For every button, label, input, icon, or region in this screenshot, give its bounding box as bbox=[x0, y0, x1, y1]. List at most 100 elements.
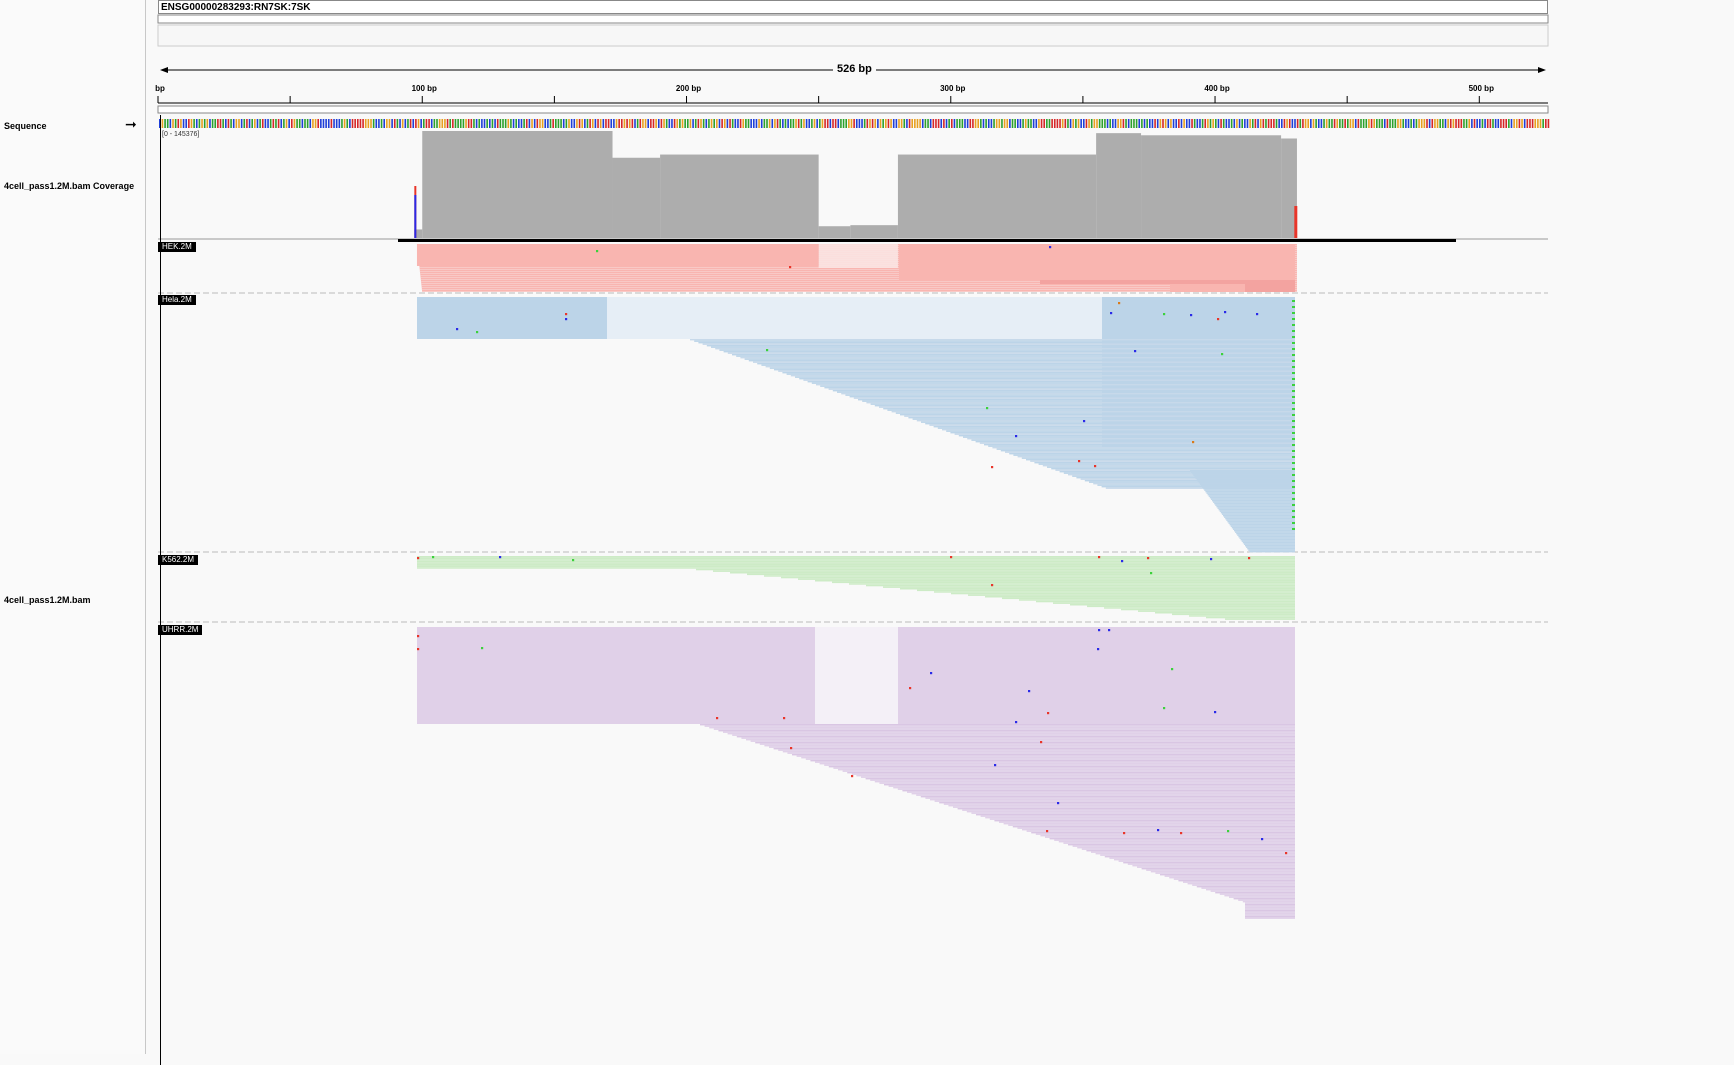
read bbox=[1237, 534, 1295, 536]
mismatch-base bbox=[1057, 802, 1060, 805]
sequence-base bbox=[1344, 119, 1346, 128]
sequence-base bbox=[1059, 119, 1061, 128]
read bbox=[1141, 868, 1295, 870]
sequence-base bbox=[602, 119, 605, 128]
read bbox=[704, 725, 1295, 727]
read bbox=[750, 740, 1295, 742]
sequence-base bbox=[1228, 119, 1230, 128]
sequence-base bbox=[919, 119, 921, 128]
read bbox=[1201, 887, 1295, 889]
sequence-base bbox=[863, 119, 866, 128]
read bbox=[759, 743, 1295, 745]
sequence-base bbox=[618, 119, 620, 128]
coverage-bar bbox=[1096, 133, 1142, 238]
sequence-base bbox=[745, 119, 747, 128]
read bbox=[417, 556, 1295, 558]
mismatch-base bbox=[1292, 324, 1295, 326]
sample-label-uhrr: UHRR.2M bbox=[158, 625, 203, 635]
mismatch-base bbox=[789, 266, 792, 269]
sequence-base bbox=[238, 119, 240, 128]
read bbox=[1109, 857, 1295, 859]
sequence-base bbox=[1133, 119, 1135, 128]
sequence-base bbox=[1220, 119, 1222, 128]
sequence-base bbox=[1304, 119, 1307, 128]
mismatch-base bbox=[1227, 830, 1230, 833]
read bbox=[1221, 513, 1295, 515]
sequence-base bbox=[169, 119, 172, 128]
sequence-base bbox=[1217, 119, 1220, 128]
sequence-base bbox=[1032, 119, 1035, 128]
read bbox=[833, 767, 1295, 769]
sequence-base bbox=[399, 119, 401, 128]
sequence-base bbox=[1420, 119, 1423, 128]
mismatch-base bbox=[1040, 741, 1043, 744]
sequence-base bbox=[1341, 119, 1344, 128]
mismatch-base bbox=[783, 717, 786, 720]
genome-view-canvas[interactable] bbox=[0, 0, 1734, 1054]
read bbox=[1150, 871, 1295, 873]
read bbox=[1137, 866, 1295, 868]
sequence-base bbox=[1294, 119, 1296, 128]
sequence-base bbox=[1046, 119, 1048, 128]
sequence-base bbox=[1299, 119, 1302, 128]
sequence-base bbox=[1489, 119, 1492, 128]
read bbox=[957, 808, 1295, 810]
sequence-base bbox=[921, 119, 924, 128]
sequence-base bbox=[1471, 119, 1473, 128]
read bbox=[1038, 463, 1295, 465]
sequence-base bbox=[853, 119, 855, 128]
sequence-base bbox=[1117, 119, 1119, 128]
read bbox=[1235, 531, 1295, 533]
sequence-base bbox=[1112, 119, 1114, 128]
sequence-base bbox=[858, 119, 861, 128]
sequence-base bbox=[766, 119, 768, 128]
sequence-base bbox=[1185, 119, 1188, 128]
sequence-base bbox=[341, 119, 343, 128]
read bbox=[819, 763, 1295, 765]
sequence-base bbox=[243, 119, 246, 128]
mismatch-base bbox=[1292, 468, 1295, 470]
read bbox=[1003, 823, 1295, 825]
sequence-base bbox=[626, 119, 628, 128]
read bbox=[1045, 836, 1295, 838]
sequence-base bbox=[1083, 119, 1085, 128]
mismatch-base bbox=[1292, 480, 1295, 482]
sequence-base bbox=[277, 119, 280, 128]
read bbox=[782, 372, 1295, 374]
sequence-base bbox=[869, 119, 871, 128]
sequence-base bbox=[615, 119, 618, 128]
read bbox=[757, 363, 1295, 365]
mismatch-base bbox=[1292, 492, 1295, 494]
read bbox=[1207, 494, 1295, 496]
sequence-base bbox=[1159, 119, 1162, 128]
read bbox=[912, 418, 1295, 420]
read-block bbox=[416, 244, 819, 266]
read bbox=[747, 573, 1295, 576]
read bbox=[1205, 491, 1295, 493]
sequence-base bbox=[515, 119, 517, 128]
read bbox=[866, 402, 1295, 404]
sequence-base bbox=[1360, 119, 1362, 128]
read bbox=[706, 345, 1295, 347]
read bbox=[1173, 878, 1295, 880]
read bbox=[1197, 480, 1295, 482]
sequence-base bbox=[977, 119, 979, 128]
sequence-base bbox=[1209, 119, 1212, 128]
sequence-base bbox=[420, 119, 422, 128]
read bbox=[787, 752, 1295, 754]
sequence-base bbox=[987, 119, 990, 128]
read bbox=[1219, 510, 1295, 512]
mismatch-base bbox=[986, 407, 989, 410]
sequence-base bbox=[914, 119, 916, 128]
sequence-base bbox=[1196, 119, 1199, 128]
ruler-tick-label: 200 bp bbox=[675, 84, 702, 93]
read bbox=[769, 746, 1295, 748]
sequence-base bbox=[1529, 119, 1531, 128]
sequence-base bbox=[185, 119, 187, 128]
sequence-base bbox=[787, 119, 789, 128]
sequence-base bbox=[1389, 119, 1391, 128]
coverage-mismatch-bar bbox=[414, 195, 417, 238]
sequence-base bbox=[502, 119, 504, 128]
read bbox=[1054, 839, 1295, 841]
read bbox=[774, 369, 1295, 371]
